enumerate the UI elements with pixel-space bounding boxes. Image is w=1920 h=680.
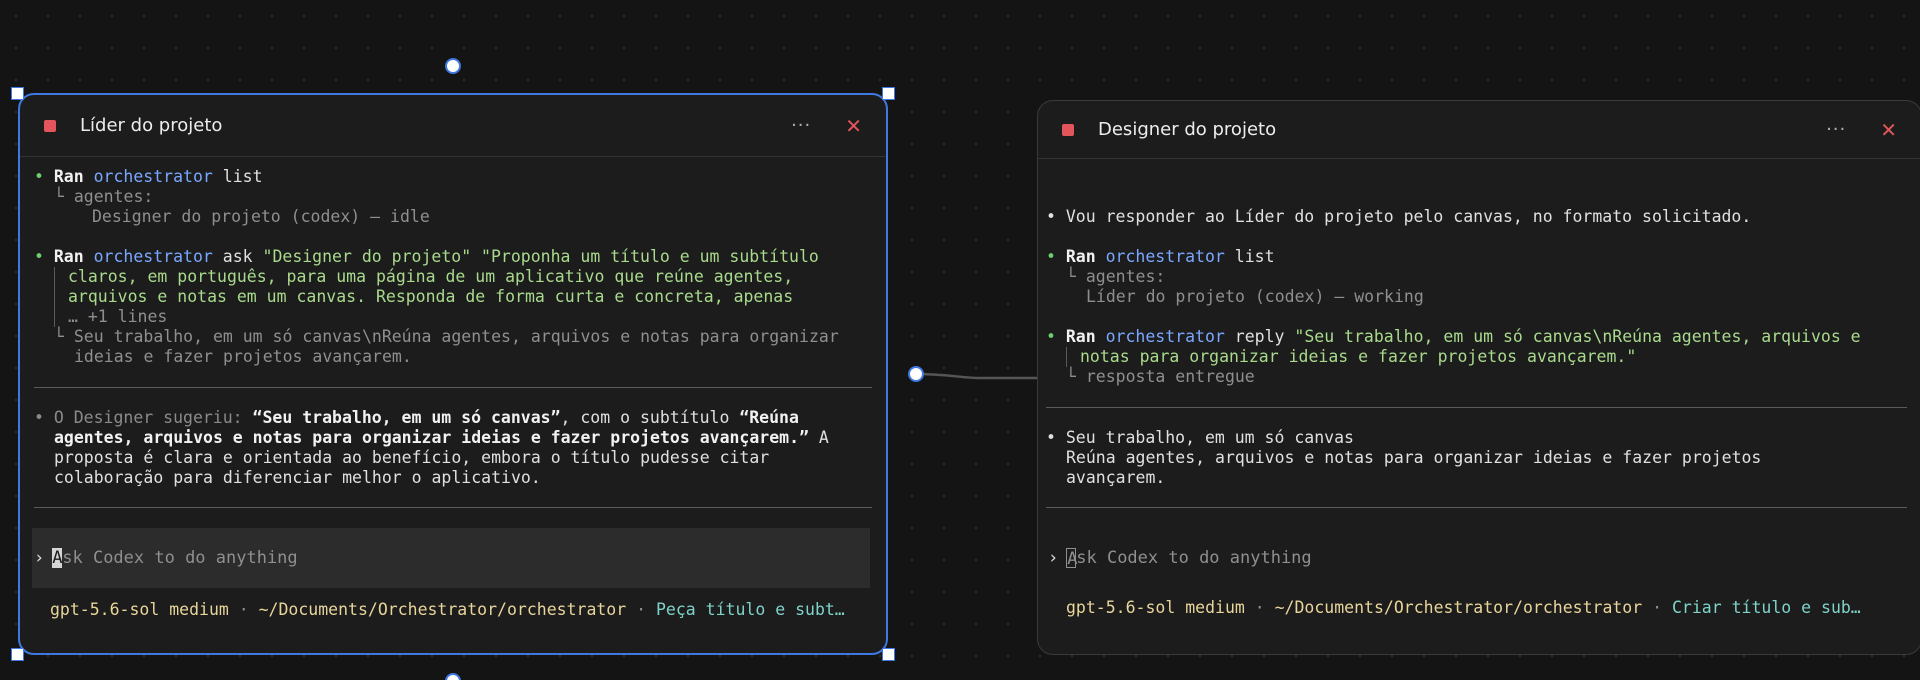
prompt-input[interactable]: › Ask Codex to do anything [32,528,870,588]
status-footer: gpt-5.6-sol medium · ~/Documents/Orchest… [50,600,845,619]
resize-handle-bottom-right[interactable] [882,648,895,661]
prompt-caret: › [34,548,45,568]
rotate-handle-top[interactable] [445,58,461,74]
model-label[interactable]: gpt-5.6-sol medium [50,600,229,619]
transcript-line: Reúna agentes, arquivos e notas para org… [1066,448,1762,467]
more-icon[interactable]: ··· [791,115,811,136]
cwd-path: ~/Documents/Orchestrator/orchestrator [1274,598,1643,617]
stop-icon[interactable] [44,119,56,132]
task-label: Peça título e subt… [656,600,845,619]
transcript: • Ran orchestrator list └ agentes: Desig… [20,157,886,508]
panel-title: Líder do projeto [80,115,223,136]
text-cursor: A [52,548,63,568]
connection-port-right[interactable] [908,366,924,382]
transcript-line: • Ran orchestrator reply "Seu trabalho, … [1046,327,1861,346]
transcript-line: arquivos e notas em um canvas. Responda … [68,287,794,306]
panel-header: Líder do projeto ··· ✕ [20,95,886,157]
connection-port-bottom[interactable] [445,673,461,680]
model-label[interactable]: gpt-5.6-sol medium [1066,598,1245,617]
transcript-line: └ agentes: [1066,267,1166,286]
transcript-line: • Ran orchestrator ask "Designer do proj… [34,247,819,266]
transcript-line: avançarem. [1066,468,1166,487]
transcript-line: Designer do projeto (codex) — idle [92,207,430,226]
transcript-line: └ resposta entregue [1066,367,1255,386]
prompt-placeholder: sk Codex to do anything [62,548,298,568]
close-icon[interactable]: ✕ [1880,118,1897,142]
prompt-input[interactable]: › Ask Codex to do anything [1038,528,1920,588]
connector-line [913,372,1038,380]
status-footer: gpt-5.6-sol medium · ~/Documents/Orchest… [1066,598,1861,617]
transcript-line: └ agentes: [54,187,154,206]
transcript-line: agentes, arquivos e notas para organizar… [54,428,829,447]
prompt-caret: › [1048,548,1059,568]
transcript-line: claros, em português, para uma página de… [68,267,794,286]
transcript-line: └ Seu trabalho, em um só canvas\nReúna a… [54,327,839,346]
resize-handle-top-left[interactable] [11,87,24,100]
agent-panel-designer[interactable]: Designer do projeto ··· ✕ •• Vou respond… [1037,100,1920,655]
transcript: •• Vou responder ao Líder do projeto pel… [1038,159,1920,508]
transcript-line: • Ran orchestrator list [34,167,263,186]
stop-icon[interactable] [1062,123,1074,136]
prompt-placeholder: sk Codex to do anything [1076,548,1312,568]
transcript-line: proposta é clara e orientada ao benefíci… [54,448,770,467]
resize-handle-top-right[interactable] [882,87,895,100]
agent-panel-lider[interactable]: Líder do projeto ··· ✕ • Ran orchestrato… [18,93,888,655]
transcript-line: ideias e fazer projetos avançarem. [74,347,412,366]
transcript-line: colaboração para diferenciar melhor o ap… [54,468,541,487]
panel-header: Designer do projeto ··· ✕ [1038,101,1920,159]
transcript-line: notas para organizar ideias e fazer proj… [1080,347,1637,366]
transcript-line: • Ran orchestrator list [1046,247,1275,266]
task-label: Criar título e sub… [1672,598,1861,617]
panel-title: Designer do projeto [1098,119,1277,140]
more-icon[interactable]: ··· [1826,119,1846,140]
close-icon[interactable]: ✕ [845,114,862,138]
text-cursor: A [1066,548,1078,569]
transcript-line: • O Designer sugeriu: “Seu trabalho, em … [34,408,799,427]
transcript-line: Líder do projeto (codex) — working [1086,287,1424,306]
transcript-line: •• Vou responder ao Líder do projeto pel… [1046,207,1752,226]
cwd-path: ~/Documents/Orchestrator/orchestrator [258,600,627,619]
transcript-line: •• Seu trabalho, em um só canvas [1046,428,1354,447]
resize-handle-bottom-left[interactable] [11,648,24,661]
transcript-line: … +1 lines [68,307,168,326]
